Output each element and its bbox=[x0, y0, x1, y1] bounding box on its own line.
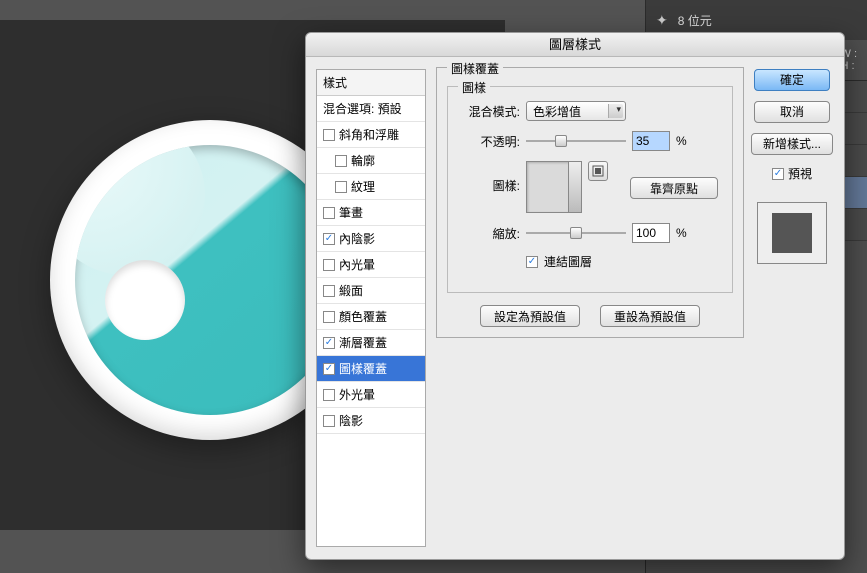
preview-checkbox[interactable] bbox=[772, 168, 784, 180]
scale-input[interactable] bbox=[632, 223, 670, 243]
style-checkbox[interactable] bbox=[323, 259, 335, 271]
style-label: 紋理 bbox=[351, 178, 375, 195]
dialog-buttons-column: 確定 取消 新增樣式... 預視 bbox=[748, 57, 844, 559]
link-layer-label: 連結圖層 bbox=[544, 253, 592, 270]
style-item[interactable]: 內陰影 bbox=[317, 226, 425, 252]
style-label: 斜角和浮雕 bbox=[339, 126, 399, 143]
style-checkbox[interactable] bbox=[323, 207, 335, 219]
style-item[interactable]: 外光暈 bbox=[317, 382, 425, 408]
style-label: 外光暈 bbox=[339, 386, 375, 403]
style-label: 內光暈 bbox=[339, 256, 375, 273]
style-item[interactable]: 斜角和浮雕 bbox=[317, 122, 425, 148]
preview-thumbnail bbox=[757, 202, 827, 264]
style-checkbox[interactable] bbox=[323, 285, 335, 297]
style-checkbox[interactable] bbox=[335, 181, 347, 193]
ok-button[interactable]: 確定 bbox=[754, 69, 830, 91]
styles-header[interactable]: 樣式 bbox=[317, 70, 425, 96]
snap-origin-button[interactable]: 靠齊原點 bbox=[630, 177, 718, 199]
style-item[interactable]: 筆畫 bbox=[317, 200, 425, 226]
style-label: 顏色覆蓋 bbox=[339, 308, 387, 325]
pattern-label: 圖樣: bbox=[460, 161, 520, 194]
scale-label: 縮放: bbox=[460, 225, 520, 242]
style-item[interactable]: 漸層覆蓋 bbox=[317, 330, 425, 356]
style-checkbox[interactable] bbox=[323, 389, 335, 401]
percent-label: % bbox=[676, 134, 687, 148]
style-label: 緞面 bbox=[339, 282, 363, 299]
panel-legend: 圖樣覆蓋 bbox=[447, 60, 503, 77]
blend-mode-select[interactable]: 色彩增值 bbox=[526, 101, 626, 121]
style-item[interactable]: 紋理 bbox=[317, 174, 425, 200]
settings-panel: 圖樣覆蓋 圖樣 混合模式: 色彩增值 不透明: bbox=[430, 57, 748, 559]
style-checkbox[interactable] bbox=[323, 233, 335, 245]
layer-style-dialog: 圖層樣式 樣式 混合選項: 預設 斜角和浮雕輪廓紋理筆畫內陰影內光暈緞面顏色覆蓋… bbox=[305, 32, 845, 560]
style-item[interactable]: 內光暈 bbox=[317, 252, 425, 278]
style-checkbox[interactable] bbox=[335, 155, 347, 167]
style-label: 輪廓 bbox=[351, 152, 375, 169]
opacity-label: 不透明: bbox=[460, 133, 520, 150]
eyedropper-icon: ✦ bbox=[656, 12, 668, 29]
make-default-button[interactable]: 設定為預設值 bbox=[480, 305, 580, 327]
style-label: 內陰影 bbox=[339, 230, 375, 247]
pattern-swatch[interactable] bbox=[526, 161, 582, 213]
style-item[interactable]: 輪廓 bbox=[317, 148, 425, 174]
style-item[interactable]: 陰影 bbox=[317, 408, 425, 434]
dialog-title: 圖層樣式 bbox=[306, 33, 844, 57]
cancel-button[interactable]: 取消 bbox=[754, 101, 830, 123]
blending-options-item[interactable]: 混合選項: 預設 bbox=[317, 96, 425, 122]
style-checkbox[interactable] bbox=[323, 415, 335, 427]
preview-label: 預視 bbox=[788, 165, 812, 182]
style-item[interactable]: 圖樣覆蓋 bbox=[317, 356, 425, 382]
style-item[interactable]: 緞面 bbox=[317, 278, 425, 304]
style-item[interactable]: 顏色覆蓋 bbox=[317, 304, 425, 330]
style-label: 漸層覆蓋 bbox=[339, 334, 387, 351]
style-checkbox[interactable] bbox=[323, 129, 335, 141]
style-label: 圖樣覆蓋 bbox=[339, 360, 387, 377]
blend-mode-label: 混合模式: bbox=[460, 103, 520, 120]
new-pattern-preset-button[interactable] bbox=[588, 161, 608, 181]
percent-label-2: % bbox=[676, 226, 687, 240]
reset-default-button[interactable]: 重設為預設值 bbox=[600, 305, 700, 327]
opacity-input[interactable] bbox=[632, 131, 670, 151]
style-checkbox[interactable] bbox=[323, 337, 335, 349]
style-label: 筆畫 bbox=[339, 204, 363, 221]
opacity-slider[interactable] bbox=[526, 132, 626, 150]
style-checkbox[interactable] bbox=[323, 363, 335, 375]
pattern-legend: 圖樣 bbox=[458, 79, 490, 96]
link-layer-checkbox[interactable] bbox=[526, 256, 538, 268]
scale-slider[interactable] bbox=[526, 224, 626, 242]
new-style-button[interactable]: 新增樣式... bbox=[751, 133, 833, 155]
bit-depth-label: 8 位元 bbox=[678, 12, 712, 29]
style-label: 陰影 bbox=[339, 412, 363, 429]
styles-list: 樣式 混合選項: 預設 斜角和浮雕輪廓紋理筆畫內陰影內光暈緞面顏色覆蓋漸層覆蓋圖… bbox=[316, 69, 426, 547]
style-checkbox[interactable] bbox=[323, 311, 335, 323]
